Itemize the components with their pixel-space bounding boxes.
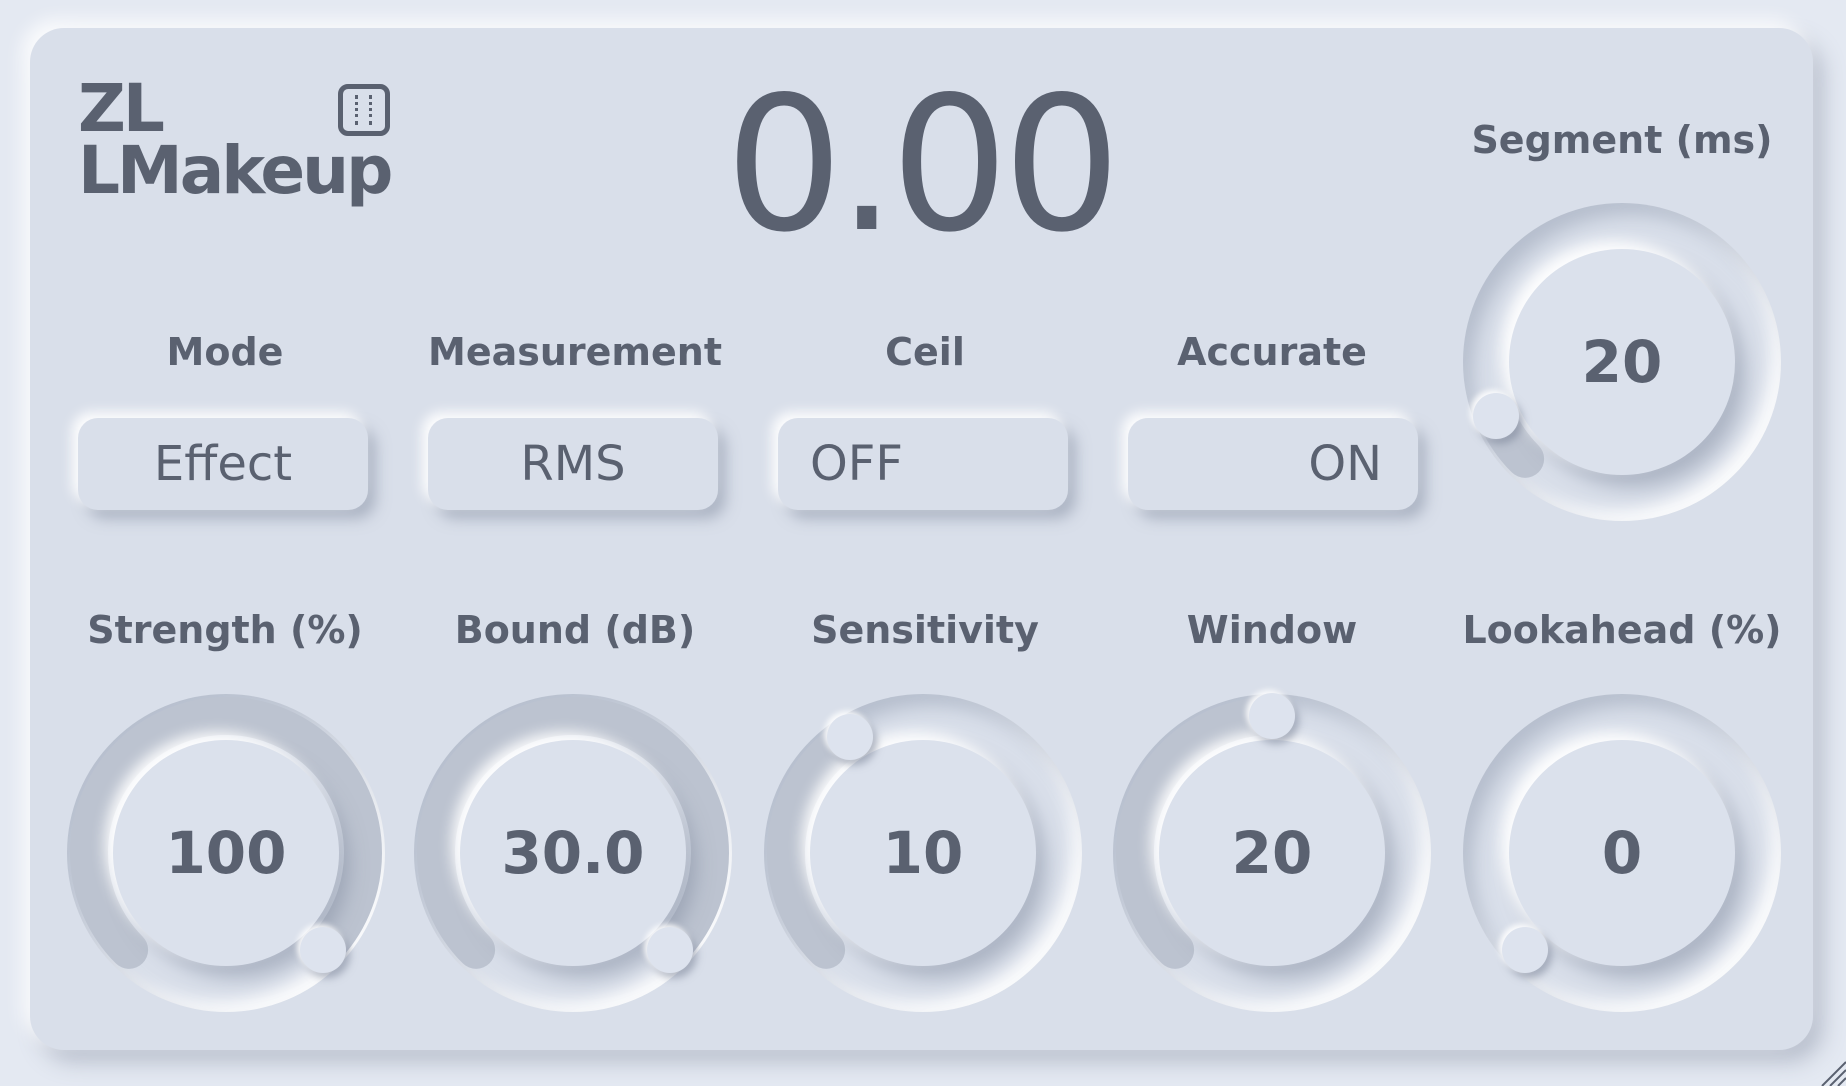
resize-grip-icon[interactable] [1816, 1056, 1846, 1086]
window-knob[interactable]: 20 [1113, 693, 1431, 1012]
bound-label: Bound (dB) [454, 608, 696, 652]
plugin-window: ZL LMakeup 0.00 Mode Effect Measurement … [0, 0, 1846, 1086]
sensitivity-value: 10 [810, 740, 1036, 966]
lookahead-knob[interactable]: 0 [1463, 694, 1781, 1012]
mode-button[interactable]: Effect [78, 418, 368, 510]
segment-label: Segment (ms) [1471, 118, 1773, 162]
logo-line-2: LMakeup [78, 132, 393, 209]
accurate-button[interactable]: ON [1128, 418, 1418, 510]
ceil-label: Ceil [885, 330, 965, 374]
segment-knob[interactable]: 20 [1463, 203, 1781, 521]
knob-indicator-dot[interactable] [1502, 926, 1549, 973]
sensitivity-label: Sensitivity [811, 608, 1039, 652]
lookahead-label: Lookahead (%) [1462, 608, 1782, 652]
window-value: 20 [1159, 740, 1385, 966]
window-label: Window [1186, 608, 1358, 652]
knob-indicator-dot[interactable] [646, 926, 693, 973]
bound-value: 30.0 [460, 740, 686, 966]
segment-value: 20 [1509, 249, 1735, 475]
ruler-panel-icon[interactable] [338, 84, 390, 136]
sensitivity-knob[interactable]: 10 [764, 694, 1082, 1012]
knob-indicator-dot[interactable] [826, 714, 873, 761]
strength-value: 100 [113, 740, 339, 966]
accurate-label: Accurate [1177, 330, 1367, 374]
lookahead-value: 0 [1509, 740, 1735, 966]
strength-label: Strength (%) [87, 608, 363, 652]
knob-indicator-dot[interactable] [299, 926, 346, 973]
bound-knob[interactable]: 30.0 [414, 694, 732, 1012]
knob-indicator-dot[interactable] [1249, 693, 1295, 739]
strength-knob[interactable]: 100 [67, 694, 385, 1012]
ceil-button[interactable]: OFF [778, 418, 1068, 510]
mode-label: Mode [166, 330, 284, 374]
output-gain-display: 0.00 [724, 56, 1121, 273]
measurement-button[interactable]: RMS [428, 418, 718, 510]
measurement-label: Measurement [428, 330, 722, 374]
